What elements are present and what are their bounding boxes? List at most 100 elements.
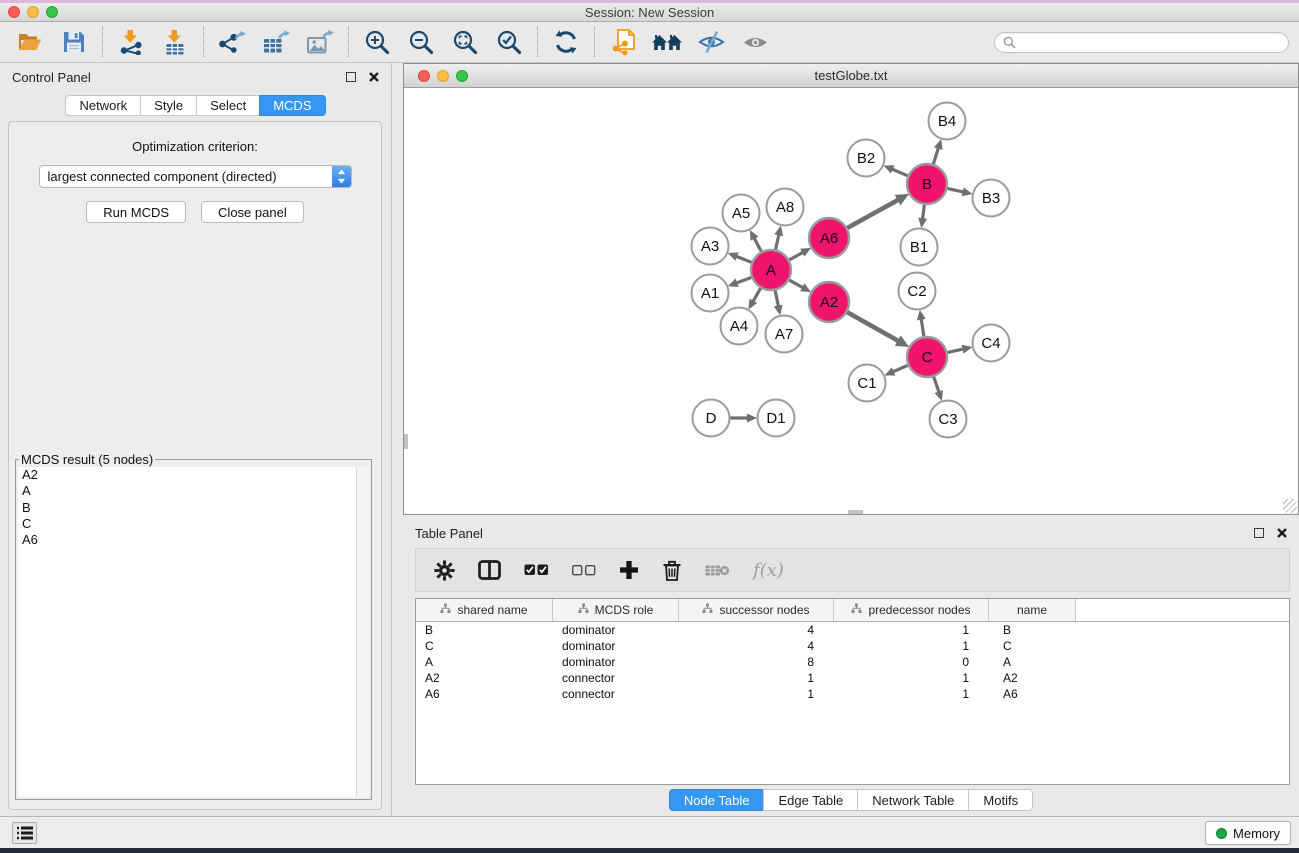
select-all-icon [524, 564, 549, 576]
node-label-C4: C4 [981, 335, 1000, 352]
node-table[interactable]: shared nameMCDS rolesuccessor nodes prede… [415, 598, 1290, 785]
criterion-dropdown[interactable]: largest connected component (directed) [39, 165, 352, 188]
export-table-button[interactable] [254, 24, 298, 60]
select-all-button[interactable] [524, 564, 549, 576]
deselect-all-button[interactable] [572, 565, 596, 576]
network-from-file-button[interactable] [601, 24, 645, 60]
edge-A-A2[interactable] [788, 279, 804, 288]
node-label-A1: A1 [701, 285, 719, 302]
zoom-fit-button[interactable] [443, 24, 487, 60]
table-row[interactable]: Adominator80A [416, 654, 1289, 670]
float-table-panel-icon[interactable] [1254, 528, 1264, 538]
cell-shared-name: A [416, 655, 553, 669]
close-table-panel-icon[interactable] [1277, 528, 1287, 538]
cell-name: B [989, 623, 1076, 637]
zoom-out-button[interactable] [399, 24, 443, 60]
column-header-name[interactable]: name [989, 599, 1076, 621]
import-network-icon [118, 30, 144, 55]
column-header-label: name [1017, 603, 1047, 617]
network-canvas[interactable]: B4B2BB3A8A5A6A3B1AC2A1A2A4A7C4CC1DD1C3 [404, 88, 1298, 514]
mcds-buttons-row: Run MCDS Close panel [9, 201, 381, 223]
edge-C-C3[interactable] [933, 375, 939, 392]
export-network-button[interactable] [210, 24, 254, 60]
search-box[interactable] [994, 32, 1289, 53]
cell-MCDS-role: connector [553, 671, 679, 685]
edge-A-A3[interactable] [736, 256, 753, 263]
tab-edge-table[interactable]: Edge Table [763, 789, 858, 811]
tab-network[interactable]: Network [65, 95, 141, 116]
table-row[interactable]: Bdominator41B [416, 622, 1289, 638]
node-label-C3: C3 [938, 411, 957, 428]
node-label-A3: A3 [701, 238, 719, 255]
network-graph: B4B2BB3A8A5A6A3B1AC2A1A2A4A7C4CC1DD1C3 [404, 88, 1298, 514]
edge-A-A1[interactable] [736, 277, 753, 283]
run-mcds-button[interactable]: Run MCDS [86, 201, 186, 223]
home-view-button[interactable] [645, 24, 689, 60]
result-scrollbar[interactable] [356, 467, 369, 797]
home-view-icon [651, 31, 683, 54]
column-header-successor-nodes[interactable]: successor nodes [679, 599, 834, 621]
canvas-horizontal-scroll-thumb[interactable] [848, 510, 863, 514]
node-label-C2: C2 [907, 283, 926, 300]
result-item: A6 [18, 532, 369, 548]
table-row[interactable]: Cdominator41C [416, 638, 1289, 654]
mcds-result-list[interactable]: A2ABCA6 [18, 467, 369, 797]
resize-grip[interactable] [1283, 499, 1297, 513]
network-window-titlebar[interactable]: testGlobe.txt [404, 64, 1298, 88]
column-header-MCDS-role[interactable]: MCDS role [553, 599, 679, 621]
edge-A-A8[interactable] [775, 234, 779, 251]
hide-eye-button[interactable] [689, 24, 733, 60]
show-eye-button[interactable] [733, 24, 777, 60]
toolbar-icons [8, 24, 777, 60]
edge-C-C2[interactable] [921, 319, 924, 339]
column-header-label: predecessor nodes [868, 603, 970, 617]
import-table-button[interactable] [153, 24, 197, 60]
task-history-button[interactable] [12, 822, 37, 844]
result-item: B [18, 500, 369, 516]
column-header-predecessor-nodes[interactable]: predecessor nodes [834, 599, 989, 621]
import-network-button[interactable] [109, 24, 153, 60]
node-label-C1: C1 [857, 375, 876, 392]
tab-network-table[interactable]: Network Table [857, 789, 969, 811]
edge-B-B2[interactable] [892, 169, 910, 177]
edge-C-C4[interactable] [946, 349, 964, 353]
column-header-shared-name[interactable]: shared name [416, 599, 553, 621]
tab-mcds[interactable]: MCDS [259, 95, 325, 116]
export-image-button[interactable] [298, 24, 342, 60]
close-panel-icon[interactable] [369, 72, 379, 82]
float-panel-icon[interactable] [346, 72, 356, 82]
tab-select[interactable]: Select [196, 95, 260, 116]
edge-A2-C[interactable] [846, 311, 899, 341]
edge-B-B4[interactable] [933, 148, 939, 166]
refresh-view-button[interactable] [544, 24, 588, 60]
edge-A-A6[interactable] [788, 252, 804, 261]
edge-A6-B[interactable] [846, 200, 899, 229]
delete-column-button[interactable] [662, 559, 682, 581]
tab-motifs[interactable]: Motifs [968, 789, 1033, 811]
close-panel-button[interactable]: Close panel [201, 201, 304, 223]
arrowhead-icon [774, 226, 783, 237]
memory-button[interactable]: Memory [1205, 821, 1291, 845]
save-session-button[interactable] [52, 24, 96, 60]
open-file-button[interactable] [8, 24, 52, 60]
cell-successor-nodes: 4 [679, 623, 834, 637]
edge-B-B1[interactable] [923, 203, 925, 219]
search-input[interactable] [1021, 35, 1280, 49]
add-column-button[interactable] [619, 560, 639, 580]
show-eye-icon [742, 33, 769, 52]
split-columns-button[interactable] [478, 560, 501, 580]
edge-C-C1[interactable] [893, 365, 910, 372]
table-row[interactable]: A2connector11A2 [416, 670, 1289, 686]
edge-A-A4[interactable] [753, 286, 762, 301]
zoom-selected-button[interactable] [487, 24, 531, 60]
edge-B-B3[interactable] [946, 188, 964, 192]
table-row[interactable]: A6connector11A6 [416, 686, 1289, 702]
settings-gear-button[interactable] [434, 560, 455, 581]
canvas-vertical-scroll-thumb[interactable] [404, 434, 408, 449]
tab-node-table[interactable]: Node Table [669, 789, 765, 811]
edge-A-A7[interactable] [775, 289, 779, 307]
zoom-in-button[interactable] [355, 24, 399, 60]
function-builder-button: f(x) [753, 560, 784, 581]
tab-style[interactable]: Style [140, 95, 197, 116]
edge-A-A5[interactable] [754, 238, 762, 253]
